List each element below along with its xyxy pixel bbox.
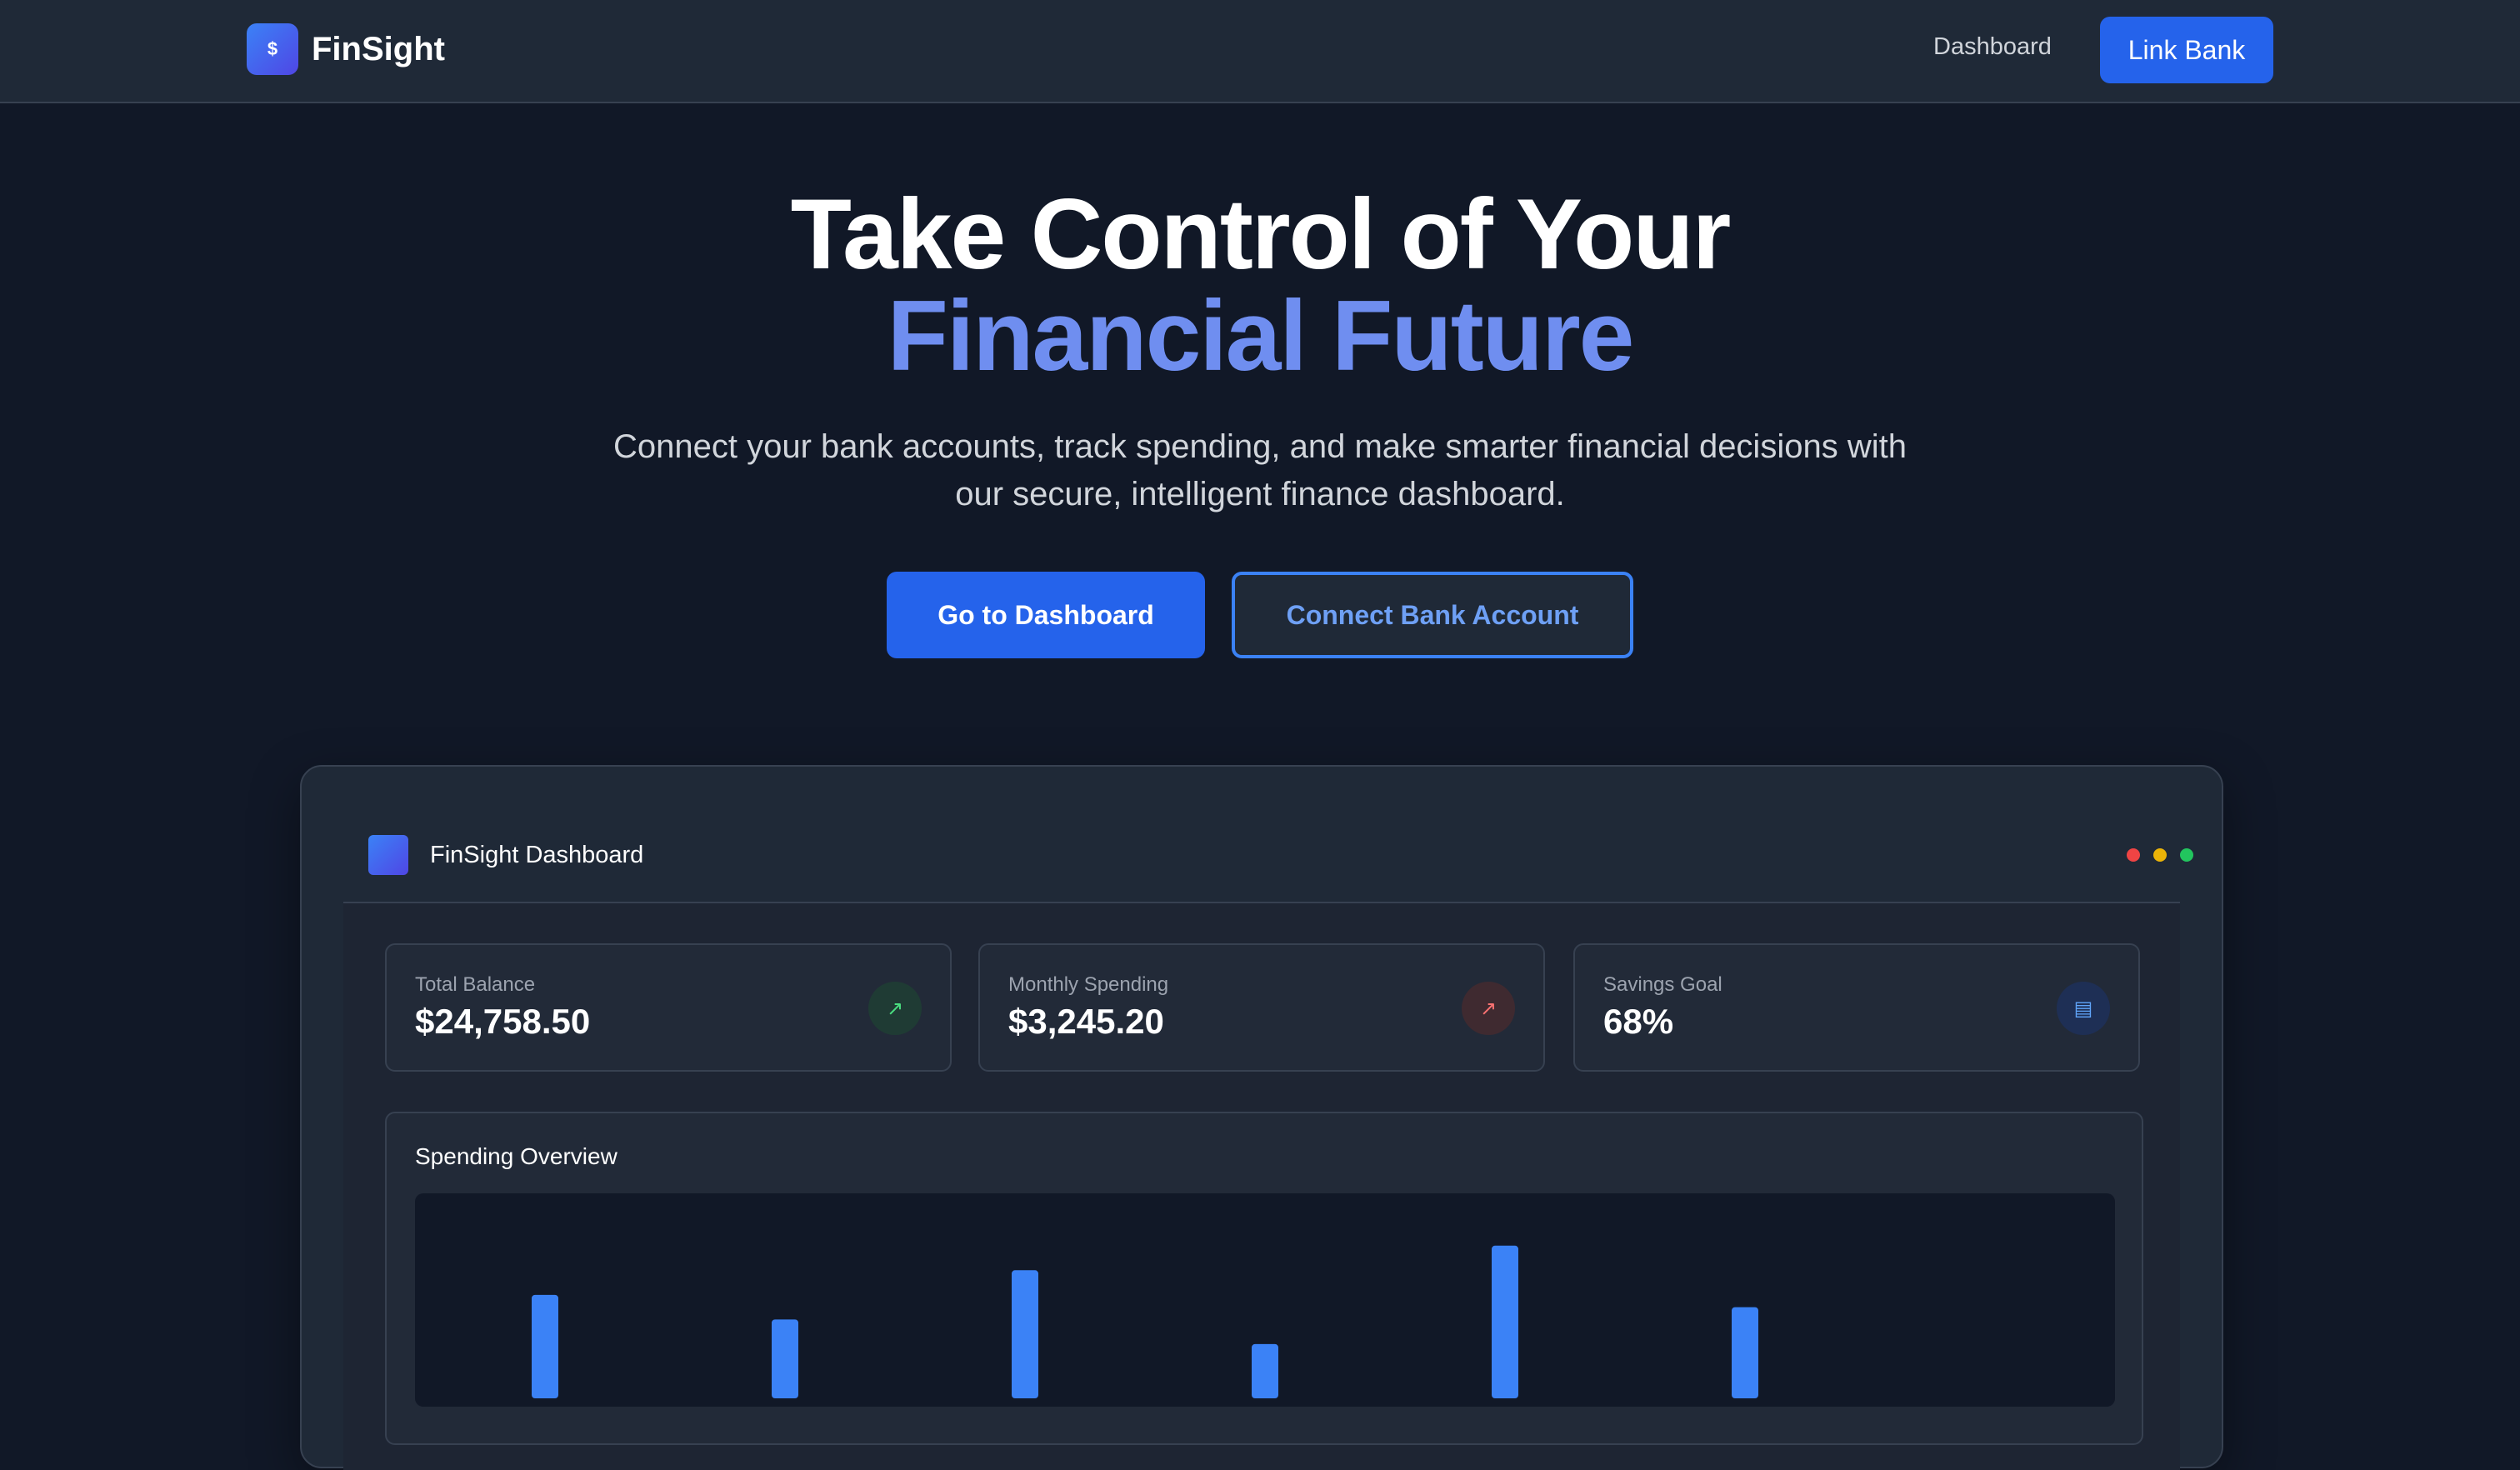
preview-window-bar: FinSight Dashboard bbox=[343, 817, 2193, 903]
stat-card-total-balance: Total Balance $24,758.50 ↗ bbox=[385, 943, 952, 1072]
chart-bar bbox=[1012, 1270, 1038, 1398]
stat-label: Total Balance bbox=[415, 973, 536, 996]
link-bank-button[interactable]: Link Bank bbox=[2100, 17, 2273, 83]
trend-up-icon: ↗ bbox=[1462, 982, 1515, 1035]
window-close-dot bbox=[2127, 848, 2140, 862]
stat-card-monthly-spending: Monthly Spending $3,245.20 ↗ bbox=[978, 943, 1545, 1072]
chart-bar bbox=[1492, 1245, 1518, 1398]
spending-overview-card: Spending Overview bbox=[385, 1112, 2143, 1445]
chart-bar bbox=[1252, 1343, 1278, 1398]
hero-title: Take Control of Your Financial Future bbox=[0, 183, 2520, 387]
window-maximize-dot bbox=[2180, 848, 2193, 862]
brand-name: FinSight bbox=[312, 30, 445, 68]
window-minimize-dot bbox=[2153, 848, 2167, 862]
hero-subtitle: Connect your bank accounts, track spendi… bbox=[613, 428, 1907, 512]
stat-value: $24,758.50 bbox=[415, 1002, 591, 1041]
document-icon: ▤ bbox=[2057, 982, 2110, 1035]
nav-dashboard-link[interactable]: Dashboard bbox=[1933, 33, 2052, 61]
preview-logo-icon bbox=[368, 835, 408, 875]
chart-bar bbox=[772, 1319, 798, 1398]
chart-title: Spending Overview bbox=[415, 1143, 618, 1169]
stat-label: Monthly Spending bbox=[1008, 973, 1169, 996]
top-nav: $ FinSight Dashboard Link Bank bbox=[0, 0, 2520, 103]
go-to-dashboard-button[interactable]: Go to Dashboard bbox=[887, 572, 1205, 658]
stat-card-savings-goal: Savings Goal 68% ▤ bbox=[1573, 943, 2140, 1072]
chart-bar bbox=[1732, 1307, 1758, 1398]
connect-bank-account-button[interactable]: Connect Bank Account bbox=[1232, 572, 1633, 658]
stat-value: 68% bbox=[1603, 1002, 1674, 1041]
dashboard-preview: FinSight Dashboard Total Balance $24,758… bbox=[300, 765, 2223, 1470]
hero-title-line1: Take Control of Your bbox=[790, 178, 1732, 290]
hero-title-line2: Financial Future bbox=[887, 280, 1635, 392]
chart-bar bbox=[532, 1294, 558, 1398]
preview-title: FinSight Dashboard bbox=[430, 842, 644, 868]
spending-chart-svg bbox=[532, 1245, 1758, 1398]
stat-value: $3,245.20 bbox=[1008, 1002, 1164, 1041]
brand-logo[interactable]: $ FinSight bbox=[247, 23, 445, 75]
spending-chart bbox=[415, 1193, 2115, 1407]
trend-up-icon: ↗ bbox=[868, 982, 922, 1035]
preview-content: Total Balance $24,758.50 ↗ Monthly Spend… bbox=[343, 903, 2180, 1470]
stat-label: Savings Goal bbox=[1603, 973, 1722, 996]
dollar-icon: $ bbox=[247, 23, 298, 75]
